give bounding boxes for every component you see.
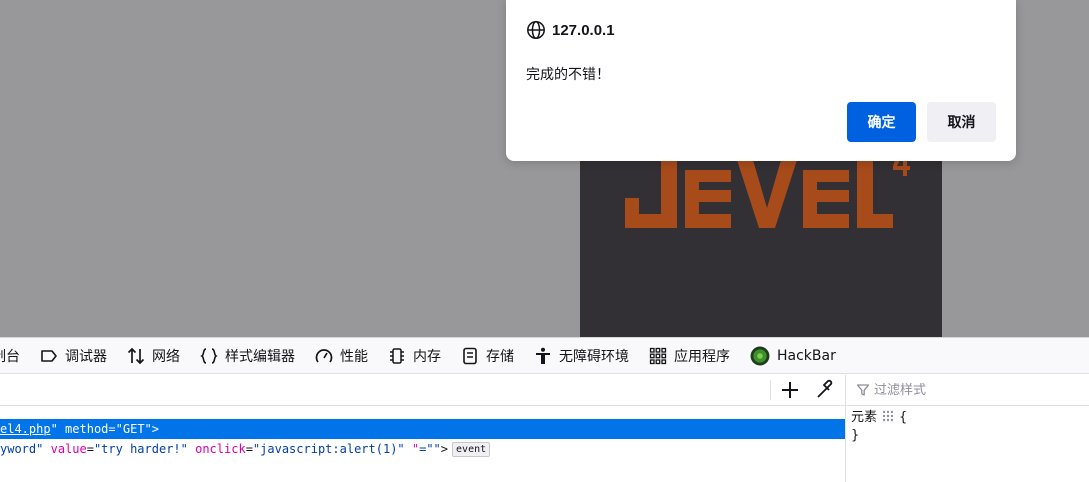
rules-panel: 元素 { }	[845, 375, 1089, 482]
rule-selector: 元素	[851, 410, 878, 425]
alert-dialog: 127.0.0.1 完成的不错！ 确定 取消	[506, 0, 1016, 161]
globe-icon	[527, 21, 545, 39]
attr-name: value	[50, 442, 87, 456]
markup-view: el4.php" method="GET"> yword" value="try…	[0, 407, 845, 482]
debugger-icon	[41, 349, 57, 362]
cancel-button[interactable]: 取消	[927, 102, 996, 142]
devtools-toolbar: 控制台 调试器 网络 样式编辑器 性能 内存 存储 无障碍环境	[0, 338, 1089, 374]
tab-label: 无障碍环境	[559, 348, 629, 365]
filter-icon	[856, 384, 870, 396]
tab-memory[interactable]: 内存	[388, 338, 441, 373]
tab-label: 样式编辑器	[225, 348, 295, 365]
attr-value: "javascript:alert(1)"	[252, 442, 405, 456]
application-icon	[649, 347, 667, 364]
tab-label: 存储	[486, 348, 514, 365]
filter-bar	[846, 375, 1089, 406]
dialog-header: 127.0.0.1	[526, 19, 615, 41]
attr-value: "GET"	[115, 422, 152, 436]
attr-name: onclick	[195, 442, 246, 456]
dialog-origin: 127.0.0.1	[552, 21, 615, 39]
tab-console[interactable]: 控制台	[0, 338, 20, 373]
tab-performance[interactable]: 性能	[315, 338, 368, 373]
tab-style-editor[interactable]: 样式编辑器	[200, 338, 295, 373]
dialog-message: 完成的不错！	[526, 66, 610, 82]
tab-label: 调试器	[65, 348, 107, 365]
attr-name: method	[65, 422, 109, 436]
network-icon	[127, 347, 145, 364]
attr-value: =""	[419, 442, 441, 456]
storage-icon	[463, 347, 477, 364]
markup-node-input[interactable]: yword" value="try harder!" onclick="java…	[0, 439, 491, 459]
rule-open-brace: {	[899, 410, 908, 425]
event-badge[interactable]: event	[452, 442, 491, 457]
element-rule: 元素 { }	[851, 409, 907, 445]
ok-button[interactable]: 确定	[847, 102, 916, 142]
performance-icon	[315, 348, 333, 363]
markup-text: >	[440, 442, 449, 456]
tab-label: 网络	[152, 348, 180, 365]
eyedropper-icon[interactable]	[813, 378, 837, 402]
add-node-icon[interactable]	[778, 378, 802, 402]
tab-hackbar[interactable]: HackBar	[750, 338, 836, 373]
attr-value: "try harder!"	[93, 442, 188, 456]
tab-storage[interactable]: 存储	[461, 338, 514, 373]
hackbar-icon	[750, 346, 770, 365]
inspector-toolbar	[0, 375, 845, 406]
markup-text: >	[151, 422, 159, 436]
tab-accessibility[interactable]: 无障碍环境	[534, 338, 629, 373]
rule-close-brace: }	[851, 428, 860, 443]
form-action-link[interactable]: el4.php	[0, 422, 51, 436]
tab-label: 控制台	[0, 348, 20, 365]
tab-label: 性能	[340, 348, 368, 365]
toolbar-divider	[770, 380, 771, 400]
accessibility-icon	[536, 347, 550, 364]
tab-debugger[interactable]: 调试器	[40, 338, 107, 373]
level-4-logo	[625, 150, 910, 228]
grid-icon[interactable]	[881, 409, 895, 423]
tab-network[interactable]: 网络	[127, 338, 180, 373]
tab-label: 内存	[413, 348, 441, 365]
markup-text: "	[50, 422, 58, 436]
tab-application[interactable]: 应用程序	[649, 338, 730, 373]
markup-node-form[interactable]: el4.php" method="GET">	[0, 419, 845, 439]
tab-label: HackBar	[777, 347, 836, 364]
memory-icon	[390, 347, 404, 364]
tab-label: 应用程序	[674, 348, 730, 365]
style-editor-icon	[200, 347, 218, 364]
filter-styles-input[interactable]	[874, 382, 1064, 398]
devtools-panel: 控制台 调试器 网络 样式编辑器 性能 内存 存储 无障碍环境	[0, 337, 1089, 482]
attr-value: yword"	[0, 442, 44, 456]
